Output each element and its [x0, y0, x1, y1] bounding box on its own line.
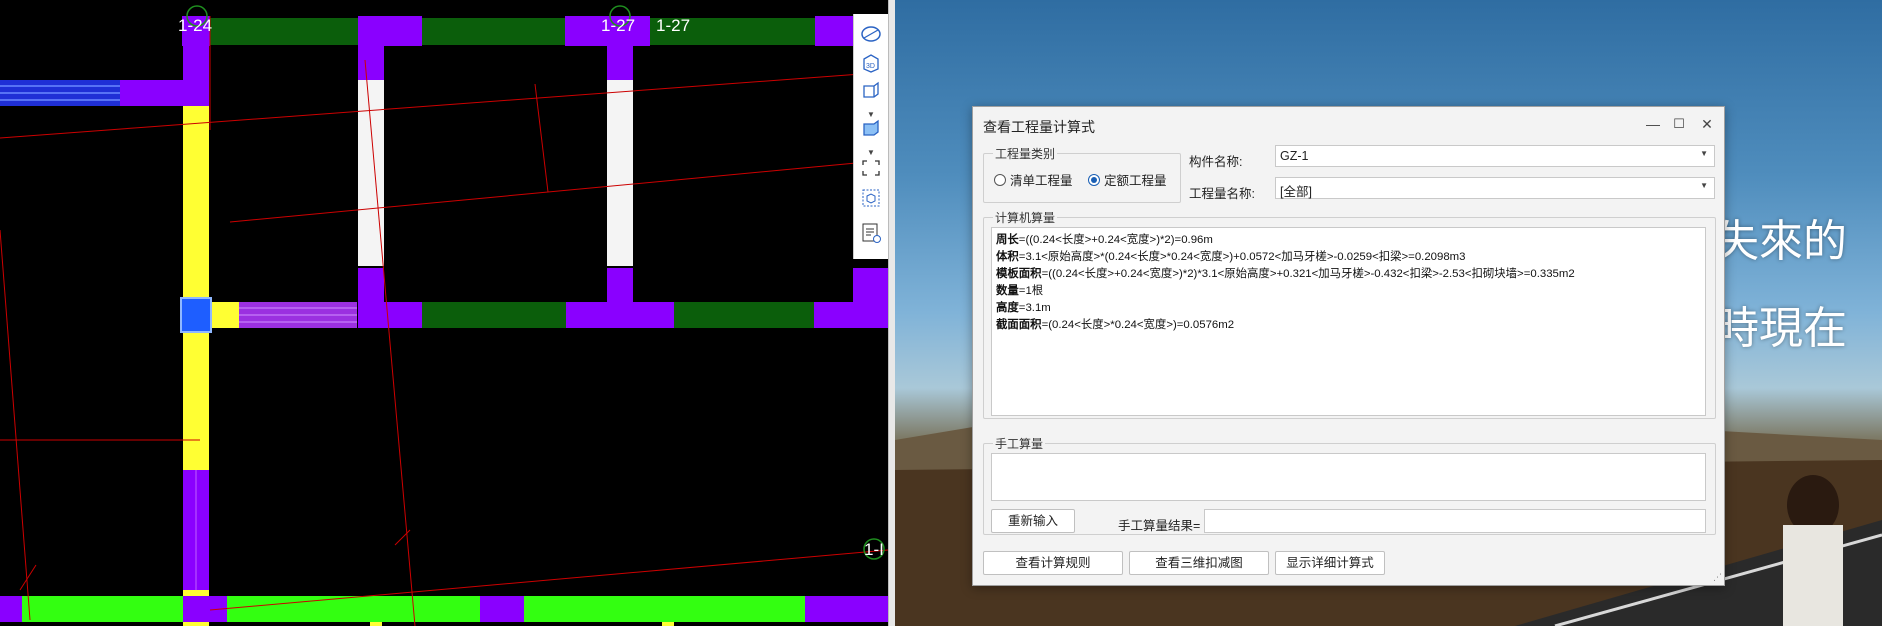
formula-line: 截面面积=(0.24<长度>*0.24<宽度>)=0.0576m2 — [996, 319, 1235, 331]
resize-grip-icon[interactable]: ⋰ — [1713, 572, 1722, 583]
group-label: 计算机算量 — [993, 209, 1058, 226]
group-label: 工程量类别 — [993, 145, 1058, 162]
radio-bill-quantity[interactable]: 清单工程量 — [994, 170, 1073, 189]
chevron-down-icon[interactable]: ▼ — [867, 148, 875, 157]
formula-line: 模板面积=((0.24<长度>+0.24<宽度>)*2)*3.1<原始高度>+0… — [996, 268, 1575, 280]
quantity-formula-dialog: 查看工程量计算式 — ☐ ✕ 工程量类别 清单工程量 定额工程量 构件名称: G… — [972, 106, 1725, 586]
manual-result-label: 手工算量结果= — [1118, 519, 1201, 533]
quantity-name-select[interactable]: [全部] ▼ — [1275, 177, 1715, 199]
radio-icon[interactable] — [994, 173, 1006, 186]
svg-text:3D: 3D — [866, 63, 875, 70]
properties-icon[interactable] — [860, 222, 884, 244]
radio-label: 定额工程量 — [1104, 174, 1167, 188]
select-value: [全部] — [1280, 185, 1312, 199]
select-value: GZ-1 — [1280, 149, 1309, 163]
floor-plan-drawing[interactable] — [0, 0, 888, 626]
view-3d-deduction-button[interactable]: 查看三维扣减图 — [1129, 551, 1269, 575]
axis-label: 1-I — [864, 540, 884, 559]
chevron-down-icon[interactable]: ▼ — [1700, 181, 1708, 190]
quantity-type-group: 工程量类别 清单工程量 定额工程量 — [983, 145, 1181, 203]
view-toolbar: 3D ▼ ▼ — [853, 14, 888, 259]
wallpaper-caption: 失來的 — [1715, 216, 1847, 267]
computer-calc-textarea[interactable]: 周长=((0.24<长度>+0.24<宽度>)*2)=0.96m 体积=3.1<… — [991, 227, 1706, 416]
axis-label: 1-27 — [601, 16, 636, 35]
group-label: 手工算量 — [993, 435, 1046, 452]
radio-selected-icon[interactable] — [1088, 173, 1100, 186]
component-name-label: 构件名称: — [1189, 155, 1243, 169]
radio-label: 清单工程量 — [1010, 174, 1073, 188]
radio-quota-quantity[interactable]: 定额工程量 — [1088, 170, 1167, 189]
fit-view-icon[interactable] — [860, 158, 884, 180]
wallpaper-caption: 時現在 — [1715, 303, 1847, 354]
box-view-icon[interactable] — [860, 80, 884, 102]
close-button[interactable]: ✕ — [1695, 113, 1719, 135]
reenter-button[interactable]: 重新输入 — [991, 509, 1075, 533]
orbit-icon[interactable] — [860, 24, 884, 46]
axis-label: 1-24 — [178, 16, 213, 35]
cad-viewport[interactable]: 1-24 1-27 1-27 1-I 3D ▼ ▼ — [0, 0, 888, 626]
formula-line: 周长=((0.24<长度>+0.24<宽度>)*2)=0.96m — [996, 234, 1213, 246]
view-calc-rules-button[interactable]: 查看计算规则 — [983, 551, 1123, 575]
formula-line: 高度=3.1m — [996, 302, 1051, 314]
formula-text: 周长=((0.24<长度>+0.24<宽度>)*2)=0.96m 体积=3.1<… — [992, 228, 1705, 334]
show-detail-formula-button[interactable]: 显示详细计算式 — [1275, 551, 1385, 575]
component-name-select[interactable]: GZ-1 ▼ — [1275, 145, 1715, 167]
box-solid-icon[interactable] — [860, 118, 884, 140]
minimize-button[interactable]: — — [1641, 113, 1665, 135]
manual-result-input[interactable] — [1204, 509, 1706, 533]
formula-line: 体积=3.1<原始高度>*(0.24<长度>*0.24<宽度>)+0.0572<… — [996, 251, 1466, 263]
manual-calc-textarea[interactable] — [991, 453, 1706, 501]
view-3d-icon[interactable]: 3D — [860, 52, 884, 74]
formula-line: 数量=1根 — [996, 285, 1044, 297]
axis-label: 1-27 — [656, 16, 691, 35]
chevron-down-icon[interactable]: ▼ — [1700, 149, 1708, 158]
maximize-button[interactable]: ☐ — [1667, 113, 1691, 135]
quantity-name-label: 工程量名称: — [1189, 187, 1255, 201]
component-icon[interactable] — [860, 188, 884, 210]
dialog-title: 查看工程量计算式 — [983, 119, 1095, 135]
